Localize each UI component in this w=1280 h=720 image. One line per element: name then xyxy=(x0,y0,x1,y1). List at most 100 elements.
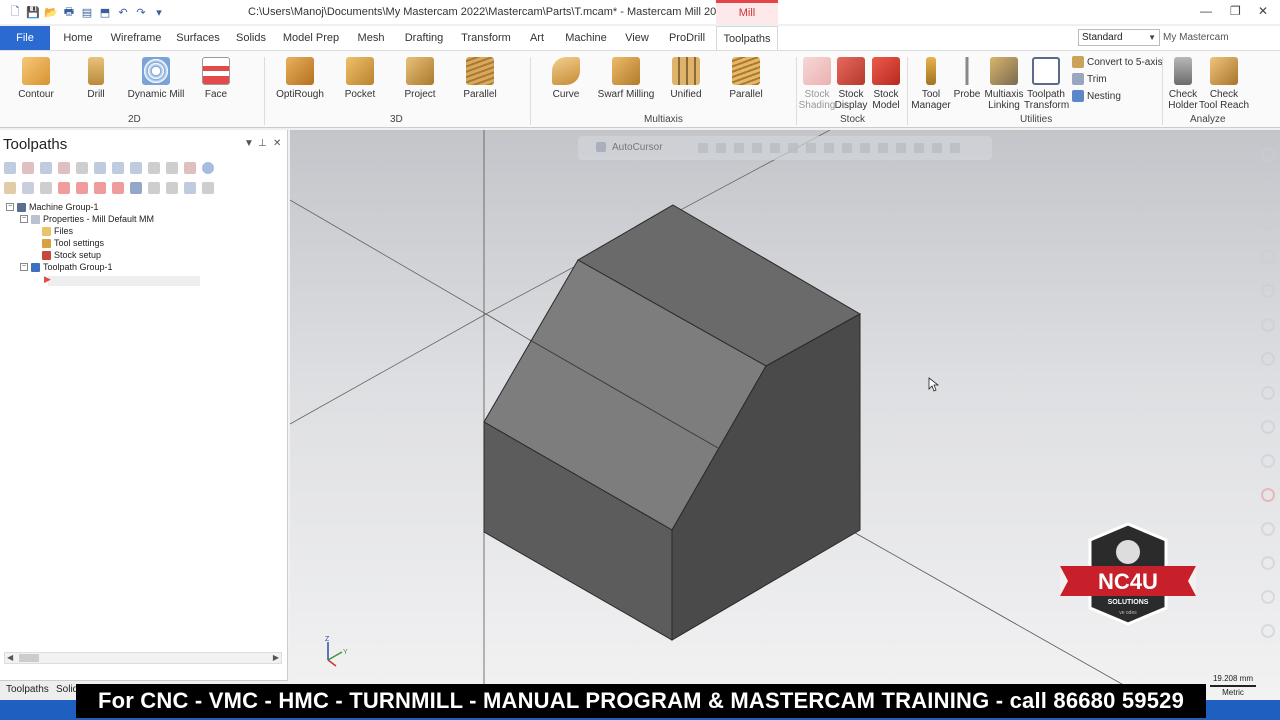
move-up-icon[interactable] xyxy=(76,182,88,194)
mask-circle-icon[interactable] xyxy=(1261,216,1275,230)
tab-machine[interactable]: Machine xyxy=(560,26,612,50)
undo-icon[interactable]: ↶ xyxy=(116,5,130,19)
open-folder-icon[interactable]: 📂 xyxy=(44,5,58,19)
panel-horizontal-scrollbar[interactable]: ◀ ▶ xyxy=(4,652,282,664)
mask-solid-icon[interactable] xyxy=(1261,318,1275,332)
cursor-arrow-icon[interactable] xyxy=(596,142,606,152)
save-icon[interactable]: 💾 xyxy=(26,5,40,19)
insert-arrow-icon[interactable] xyxy=(94,182,106,194)
project-button[interactable]: Project xyxy=(390,57,450,100)
selection-tools-icons[interactable] xyxy=(698,143,968,153)
tab-mesh[interactable]: Mesh xyxy=(352,26,390,50)
tab-transform[interactable]: Transform xyxy=(458,26,514,50)
optirough-button[interactable]: OptiRough xyxy=(270,57,330,100)
lock-icon[interactable] xyxy=(4,182,16,194)
customize-chevron-icon[interactable]: ▾ xyxy=(152,5,166,19)
tab-art[interactable]: Art xyxy=(524,26,550,50)
tree-node-properties[interactable]: − Properties - Mill Default MM xyxy=(20,214,154,224)
toggle-display-icon[interactable] xyxy=(22,182,34,194)
post-icon[interactable] xyxy=(148,162,160,174)
print-preview-icon[interactable]: ▤ xyxy=(80,5,94,19)
tab-surfaces[interactable]: Surfaces xyxy=(174,26,222,50)
restore-button[interactable]: ❐ xyxy=(1230,4,1241,18)
tab-solids[interactable]: Solids xyxy=(232,26,270,50)
mask-points-icon[interactable] xyxy=(1261,556,1275,570)
tab-file[interactable]: File xyxy=(0,26,50,50)
tree-node-toolpath-group[interactable]: − Toolpath Group-1 xyxy=(20,262,113,272)
insert-arrow-row[interactable] xyxy=(48,276,200,286)
unified-button[interactable]: Unified xyxy=(656,57,716,100)
parallel-multiaxis-button[interactable]: Parallel xyxy=(716,57,776,100)
tab-toolpaths-manager[interactable]: Toolpaths xyxy=(6,684,49,695)
move-down-icon[interactable] xyxy=(58,182,70,194)
regenerate-icon[interactable] xyxy=(40,162,52,174)
stock-model-button[interactable]: Stock Model xyxy=(865,57,907,111)
help-icon[interactable] xyxy=(202,162,214,174)
workspace-select[interactable]: Standard ▼ xyxy=(1078,29,1160,46)
scroll-left-icon[interactable]: ◀ xyxy=(7,653,13,662)
print-icon[interactable]: 🖶 xyxy=(62,5,76,19)
dynamic-mill-button[interactable]: Dynamic Mill xyxy=(126,57,186,100)
single-display-icon[interactable] xyxy=(148,182,160,194)
tab-drafting[interactable]: Drafting xyxy=(400,26,448,50)
mask-stock-icon[interactable] xyxy=(1261,488,1275,502)
tab-home[interactable]: Home xyxy=(56,26,100,50)
new-file-icon[interactable]: 🗋 xyxy=(8,5,22,19)
parallel-3d-button[interactable]: Parallel xyxy=(450,57,510,100)
mask-surface-icon[interactable] xyxy=(1261,284,1275,298)
simulator-icon[interactable] xyxy=(130,162,142,174)
tab-prodrill[interactable]: ProDrill xyxy=(662,26,712,50)
panel-close-icon[interactable]: ✕ xyxy=(273,138,281,149)
mask-edge-icon[interactable] xyxy=(1261,352,1275,366)
display-options-icon[interactable] xyxy=(166,182,178,194)
toggle-post-icon[interactable] xyxy=(40,182,52,194)
mask-dimension-icon[interactable] xyxy=(1261,522,1275,536)
add-mask-icon[interactable] xyxy=(1261,148,1275,162)
axis-display-icon[interactable] xyxy=(202,182,214,194)
mask-arc-icon[interactable] xyxy=(1261,250,1275,264)
convert-to-5-axis-button[interactable]: Convert to 5-axis xyxy=(1072,56,1163,68)
export-icon[interactable]: ⬒ xyxy=(98,5,112,19)
tree-node-stock-setup[interactable]: Stock setup xyxy=(42,250,101,260)
autocursor-label[interactable]: AutoCursor xyxy=(612,142,663,153)
curve-button[interactable]: Curve xyxy=(536,57,596,100)
graphics-viewport[interactable]: Z Y AutoCursor NC4U SOLUTIONS ve odes xyxy=(290,130,1280,700)
select-mode-icon[interactable] xyxy=(130,182,142,194)
toolpath-transform-button[interactable]: Toolpath Transform xyxy=(1024,57,1069,111)
panel-menu-chevron-icon[interactable]: ▼ xyxy=(244,138,254,149)
mask-mesh-icon[interactable] xyxy=(1261,420,1275,434)
tab-wireframe[interactable]: Wireframe xyxy=(108,26,164,50)
check-tool-reach-button[interactable]: Check Tool Reach xyxy=(1198,57,1250,111)
select-failed-icon[interactable] xyxy=(22,162,34,174)
autocursor-toolbar[interactable]: AutoCursor xyxy=(578,136,992,160)
multiaxis-linking-button[interactable]: Multiaxis Linking xyxy=(982,57,1026,111)
regenerate-dirty-icon[interactable] xyxy=(58,162,70,174)
scroll-thumb[interactable] xyxy=(19,654,39,662)
tab-model-prep[interactable]: Model Prep xyxy=(280,26,342,50)
close-button[interactable]: ✕ xyxy=(1258,4,1268,18)
nesting-button[interactable]: Nesting xyxy=(1072,90,1121,102)
high-feed-icon[interactable] xyxy=(166,162,178,174)
insert-arrow-icon[interactable]: ▶ xyxy=(44,274,51,285)
drill-button[interactable]: Drill xyxy=(66,57,126,100)
pocket-button[interactable]: Pocket xyxy=(330,57,390,100)
check-holder-button[interactable]: Check Holder xyxy=(1164,57,1202,111)
verify-icon[interactable] xyxy=(94,162,106,174)
mask-color-icon[interactable] xyxy=(1261,454,1275,468)
backplot-icon[interactable] xyxy=(76,162,88,174)
scroll-to-arrow-icon[interactable] xyxy=(112,182,124,194)
simulate-icon[interactable] xyxy=(112,162,124,174)
contour-button[interactable]: Contour xyxy=(6,57,66,100)
my-mastercam-link[interactable]: My Mastercam xyxy=(1163,32,1229,43)
face-button[interactable]: Face xyxy=(186,57,246,100)
pin-icon[interactable]: ⊥ xyxy=(258,138,267,149)
tree-node-files[interactable]: Files xyxy=(42,226,73,236)
tool-display-icon[interactable] xyxy=(184,182,196,194)
mask-group-icon[interactable] xyxy=(1261,624,1275,638)
mask-wireframe-icon[interactable] xyxy=(1261,590,1275,604)
mask-line-icon[interactable] xyxy=(1261,182,1275,196)
tab-view[interactable]: View xyxy=(622,26,652,50)
select-all-icon[interactable] xyxy=(4,162,16,174)
trim-button[interactable]: Trim xyxy=(1072,73,1107,85)
swarf-milling-button[interactable]: Swarf Milling xyxy=(596,57,656,100)
